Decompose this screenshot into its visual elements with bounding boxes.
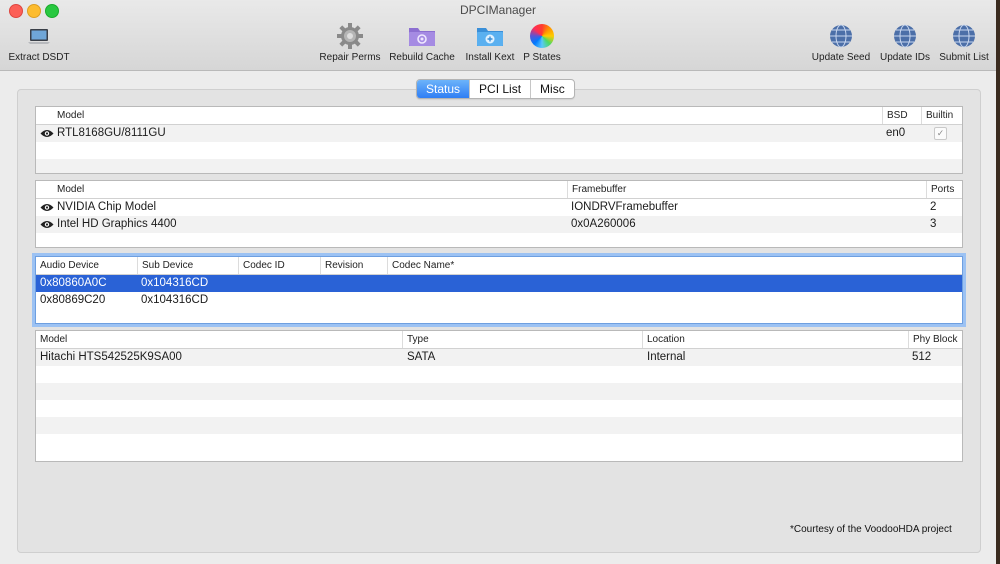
gear-icon bbox=[317, 22, 383, 50]
eye-icon[interactable] bbox=[40, 220, 54, 232]
table-row[interactable]: 0x80869C20 0x104316CD bbox=[36, 292, 962, 309]
table-row-empty bbox=[36, 383, 962, 400]
tab-bar: Status PCI List Misc bbox=[416, 79, 575, 99]
laptop-icon bbox=[6, 22, 72, 50]
tab-pci-list[interactable]: PCI List bbox=[469, 80, 530, 98]
desktop-edge bbox=[996, 0, 1000, 564]
rebuild-cache-button[interactable]: Rebuild Cache bbox=[387, 22, 457, 63]
network-table: Model BSD Builtin RTL8168GU/8111GU en0 ✓ bbox=[35, 106, 963, 174]
table-header: Model BSD Builtin bbox=[36, 107, 962, 125]
table-row-empty bbox=[36, 366, 962, 383]
p-states-button[interactable]: P States bbox=[519, 22, 565, 63]
table-row[interactable]: NVIDIA Chip Model IONDRVFramebuffer 2 bbox=[36, 199, 962, 216]
table-row-empty bbox=[36, 400, 962, 417]
table-row[interactable]: Hitachi HTS542525K9SA00 SATA Internal 51… bbox=[36, 349, 962, 366]
update-seed-button[interactable]: Update Seed bbox=[808, 22, 874, 63]
table-header: Model Type Location Phy Block bbox=[36, 331, 962, 349]
storage-table: Model Type Location Phy Block Hitachi HT… bbox=[35, 330, 963, 462]
eye-icon[interactable] bbox=[40, 203, 54, 215]
table-header: Model Framebuffer Ports bbox=[36, 181, 962, 199]
repair-perms-button[interactable]: Repair Perms bbox=[317, 22, 383, 63]
footnote: *Courtesy of the VoodooHDA project bbox=[790, 524, 952, 535]
graphics-table: Model Framebuffer Ports NVIDIA Chip Mode… bbox=[35, 180, 963, 248]
table-row-empty bbox=[36, 417, 962, 434]
audio-table: Audio Device Sub Device Codec ID Revisio… bbox=[32, 253, 966, 327]
table-row-selected[interactable]: 0x80860A0C 0x104316CD bbox=[36, 275, 962, 292]
color-wheel-icon bbox=[519, 22, 565, 50]
extract-dsdt-button[interactable]: Extract DSDT bbox=[6, 22, 72, 63]
tab-status[interactable]: Status bbox=[417, 80, 470, 98]
tab-misc[interactable]: Misc bbox=[530, 80, 574, 98]
kext-icon bbox=[462, 22, 518, 50]
folder-icon bbox=[387, 22, 457, 50]
install-kext-button[interactable]: Install Kext bbox=[462, 22, 518, 63]
update-ids-button[interactable]: Update IDs bbox=[876, 22, 934, 63]
window-title: DPCIManager bbox=[459, 3, 537, 17]
titlebar: DPCIManager Extract DSDT Repair Perms Re… bbox=[0, 0, 996, 71]
app-window: DPCIManager Extract DSDT Repair Perms Re… bbox=[0, 0, 996, 564]
status-panel: Model BSD Builtin RTL8168GU/8111GU en0 ✓… bbox=[17, 89, 981, 553]
table-row-empty bbox=[36, 142, 962, 159]
table-row-empty bbox=[36, 434, 962, 451]
table-row[interactable]: RTL8168GU/8111GU en0 ✓ bbox=[36, 125, 962, 142]
table-row[interactable]: Intel HD Graphics 4400 0x0A260006 3 bbox=[36, 216, 962, 233]
globe-icon bbox=[876, 22, 934, 50]
eye-icon[interactable] bbox=[40, 129, 54, 141]
builtin-checkbox[interactable]: ✓ bbox=[934, 127, 947, 140]
table-row-empty bbox=[36, 159, 962, 173]
submit-list-button[interactable]: Submit List bbox=[936, 22, 992, 63]
table-header: Audio Device Sub Device Codec ID Revisio… bbox=[36, 257, 962, 275]
globe-icon bbox=[936, 22, 992, 50]
globe-icon bbox=[808, 22, 874, 50]
